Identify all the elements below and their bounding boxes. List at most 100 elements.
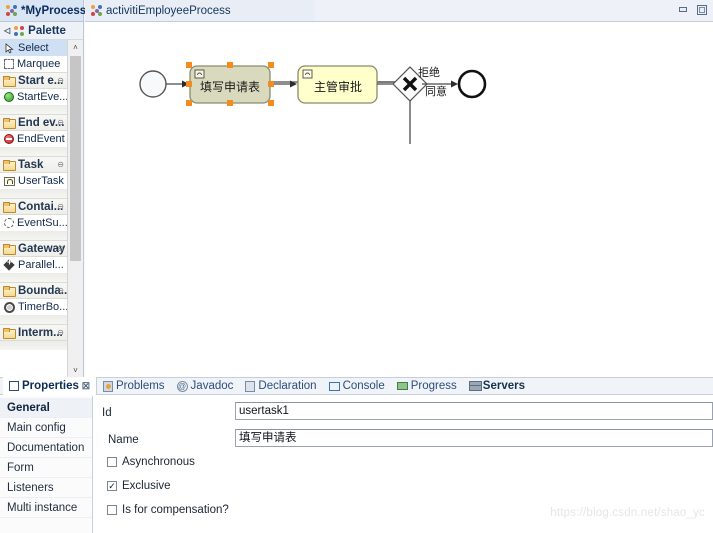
palette-icon (14, 25, 25, 36)
tab-activiti-employee-process[interactable]: activitiEmployeeProcess (85, 0, 315, 22)
properties-section-listeners[interactable]: Listeners (0, 478, 92, 498)
palette-tool-marquee-label: Marquee (17, 58, 61, 70)
properties-section-documentation[interactable]: Documentation (0, 438, 92, 458)
view-tab-problems-label: Problems (115, 380, 165, 392)
declaration-icon (245, 380, 256, 392)
palette-item-eventsubprocess[interactable]: EventSu... (0, 215, 68, 231)
properties-section-multi-instance[interactable]: Multi instance (0, 498, 92, 518)
palette-group-container[interactable]: Contai... ⊖ (0, 198, 68, 215)
view-tab-javadoc[interactable]: @ Javadoc (171, 377, 240, 395)
collapse-icon[interactable]: ⊖ (57, 244, 64, 253)
palette-group-task[interactable]: Task ⊖ (0, 156, 68, 173)
sequence-flow-start-to-task1[interactable] (166, 80, 189, 88)
collapse-icon[interactable]: ⊖ (57, 118, 64, 127)
collapse-icon[interactable]: ⊖ (57, 202, 64, 211)
palette-item-startevent[interactable]: StartEve... (0, 89, 68, 105)
palette-group-intermediate[interactable]: Interm... ⊖ (0, 324, 68, 341)
view-tab-properties[interactable]: Properties ☒ (3, 377, 97, 395)
properties-section-form-label: Form (7, 462, 34, 474)
palette-header[interactable]: ◁ Palette (0, 22, 83, 40)
eclipse-activiti-designer-window: *MyProcess ☒ activitiEmployeeProcess ◁ P… (0, 0, 713, 533)
view-tab-progress[interactable]: Progress (391, 377, 463, 395)
watermark: https://blog.csdn.net/shao_yc (550, 507, 705, 519)
palette-group-end-events[interactable]: End ev... ⊖ (0, 114, 68, 131)
properties-section-list: General Main config Documentation Form L… (0, 396, 93, 533)
properties-section-form[interactable]: Form (0, 458, 92, 478)
minimize-button[interactable] (676, 3, 689, 16)
properties-section-main-config[interactable]: Main config (0, 418, 92, 438)
end-event-shape[interactable] (457, 69, 487, 99)
properties-section-main-config-label: Main config (7, 422, 66, 434)
tab-myprocess[interactable]: *MyProcess ☒ (0, 0, 100, 22)
palette-partial-row (0, 273, 68, 282)
view-tab-javadoc-label: Javadoc (190, 380, 234, 392)
asynchronous-checkbox[interactable] (107, 457, 117, 467)
view-tab-console[interactable]: Console (323, 377, 391, 395)
javadoc-icon: @ (176, 380, 188, 392)
palette-item-endevent-label: EndEvent (17, 133, 65, 145)
view-tab-servers-label: Servers (482, 380, 526, 392)
palette-group-gateway[interactable]: Gateway ⊖ (0, 240, 68, 257)
palette-item-startevent-label: StartEve... (17, 91, 68, 103)
maximize-button[interactable] (695, 3, 708, 16)
close-icon[interactable]: ☒ (82, 381, 90, 392)
folder-icon (3, 201, 16, 213)
is-for-compensation-checkbox[interactable] (107, 505, 117, 515)
properties-section-general-label: General (7, 402, 50, 414)
palette-partial-row (0, 341, 68, 350)
asynchronous-checkbox-label: Asynchronous (122, 456, 195, 468)
palette-item-usertask[interactable]: UserTask (0, 173, 68, 189)
palette-item-eventsubprocess-label: EventSu... (17, 217, 68, 229)
green-circle-icon (4, 92, 14, 102)
exclusive-checkbox-row[interactable]: Exclusive (107, 480, 171, 492)
palette-item-usertask-label: UserTask (18, 175, 64, 187)
view-tab-servers[interactable]: Servers (463, 377, 531, 395)
is-for-compensation-checkbox-row[interactable]: Is for compensation? (107, 504, 229, 516)
name-field-label: Name (108, 434, 139, 446)
folder-icon (3, 117, 16, 129)
exclusive-checkbox-label: Exclusive (122, 480, 171, 492)
properties-icon (9, 381, 19, 391)
servers-icon (468, 381, 482, 391)
collapse-icon[interactable]: ⊖ (57, 76, 64, 85)
view-tab-declaration-label: Declaration (258, 380, 317, 392)
palette-tool-marquee[interactable]: Marquee (0, 56, 68, 72)
palette-item-parallelgateway[interactable]: Parallel... (0, 257, 68, 273)
scrollbar-thumb[interactable] (70, 56, 81, 261)
palette-partial-row (0, 147, 68, 156)
minimize-icon (678, 7, 687, 12)
scroll-up-icon[interactable]: ˄ (68, 40, 83, 54)
palette-scrollbar[interactable]: ˄ ˅ (67, 40, 83, 377)
chevron-left-icon[interactable]: ◁ (4, 26, 10, 35)
id-field-label: Id (102, 407, 112, 419)
collapse-icon[interactable]: ⊖ (57, 160, 64, 169)
is-for-compensation-checkbox-label: Is for compensation? (122, 504, 229, 516)
start-event-shape[interactable] (139, 70, 167, 98)
properties-section-general[interactable]: General (0, 398, 92, 418)
properties-section-listeners-label: Listeners (7, 482, 54, 494)
folder-icon (3, 285, 16, 297)
folder-icon (3, 75, 16, 87)
problems-icon (102, 380, 113, 392)
palette-partial-row (0, 315, 68, 324)
palette-tool-select-label: Select (18, 42, 49, 54)
exclusive-checkbox[interactable] (107, 481, 117, 491)
palette-group-start-events[interactable]: Start e... ⊖ (0, 72, 68, 89)
palette-item-timerboundaryevent[interactable]: TimerBo... (0, 299, 68, 315)
asynchronous-checkbox-row[interactable]: Asynchronous (107, 456, 195, 468)
task-label-usertask2: 主管审批 (314, 79, 362, 94)
id-field[interactable]: usertask1 (235, 402, 713, 420)
view-tab-declaration[interactable]: Declaration (239, 377, 322, 395)
view-tab-problems[interactable]: Problems (97, 377, 171, 395)
palette-item-endevent[interactable]: EndEvent (0, 131, 68, 147)
palette-group-boundary[interactable]: Bounda... ⊖ (0, 282, 68, 299)
properties-section-documentation-label: Documentation (7, 442, 85, 454)
palette-tool-select[interactable]: Select (0, 40, 68, 56)
bpmn-diagram-canvas[interactable]: 填写申请表 主管审批 拒绝 同意 (85, 22, 713, 377)
scroll-down-icon[interactable]: ˅ (68, 363, 83, 377)
collapse-icon[interactable]: ⊖ (57, 286, 64, 295)
tab-row-filler (315, 0, 713, 22)
view-tab-properties-label: Properties (22, 380, 79, 392)
name-field[interactable]: 填写申请表 (235, 429, 713, 447)
collapse-icon[interactable]: ⊖ (57, 328, 64, 337)
